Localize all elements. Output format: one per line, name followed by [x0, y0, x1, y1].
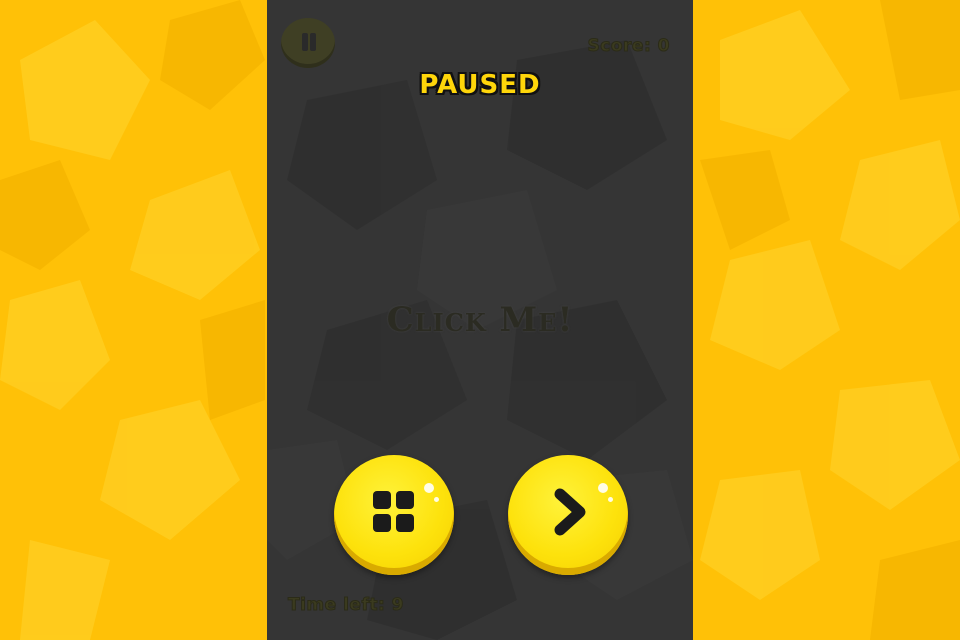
button-shine	[598, 483, 608, 493]
chevron-right-icon	[554, 488, 586, 536]
resume-button[interactable]	[508, 455, 628, 575]
paused-title: PAUSED	[419, 70, 541, 100]
pause-icon	[302, 33, 308, 51]
pause-button[interactable]	[281, 18, 335, 68]
button-shine	[424, 483, 434, 493]
menu-button[interactable]	[334, 455, 454, 575]
time-left-label: Time left: 9	[287, 595, 405, 616]
click-me-target: Click Me!	[386, 300, 574, 340]
pause-icon-bar	[310, 33, 316, 51]
score-label: Score: 0	[587, 36, 670, 57]
button-shine-small	[434, 497, 439, 502]
grid-menu-icon	[373, 491, 415, 533]
button-shine-small	[608, 497, 613, 502]
